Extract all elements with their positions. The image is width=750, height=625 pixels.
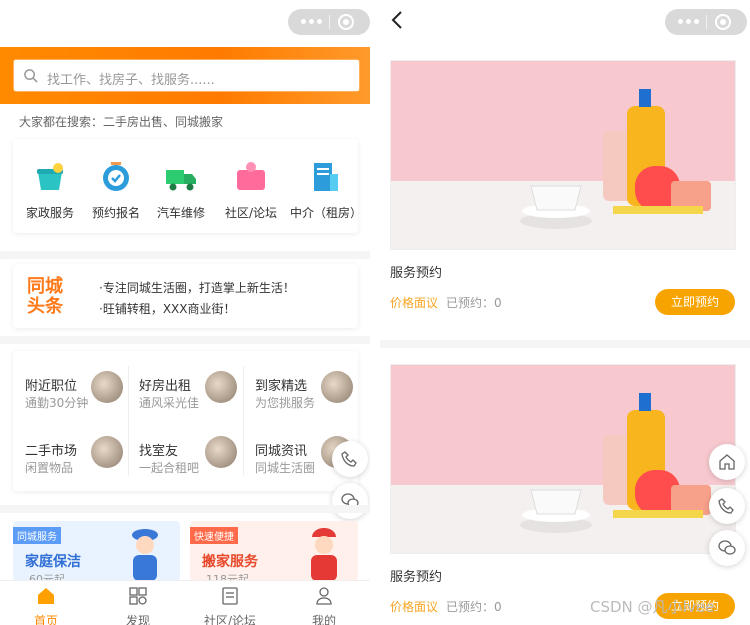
dishes-photo xyxy=(391,393,735,553)
mini-program-capsule[interactable] xyxy=(665,9,747,35)
csdn-watermark: CSDN @凡小Ivee xyxy=(590,598,715,616)
home-icon xyxy=(38,588,54,604)
feature-find-roommate[interactable]: 找室友 一起合租吧 xyxy=(139,436,249,496)
bottom-tab-bar: 首页 发现 社区/论坛 我的 xyxy=(0,580,370,625)
feature-thumbnail xyxy=(91,371,123,403)
chat-bag-icon xyxy=(237,162,265,190)
home-screen: 找工作、找房子、找服务...... 大家都在搜索：二手房出售、同城搬家 家政服务… xyxy=(0,0,370,625)
category-item-housekeeping[interactable]: 家政服务 xyxy=(17,160,83,221)
news-headline[interactable]: ·专注同城生活圈，打造掌上新生活！ xyxy=(99,279,295,296)
service-price: 价格面议 xyxy=(390,296,439,310)
tab-home[interactable]: 首页 xyxy=(0,581,92,625)
wechat-button[interactable] xyxy=(332,483,368,519)
back-arrow-icon[interactable] xyxy=(390,10,404,30)
phone-icon xyxy=(718,498,734,514)
phone-button[interactable] xyxy=(709,488,745,524)
phone-button[interactable] xyxy=(332,441,368,477)
mover-figure-icon xyxy=(311,528,337,581)
close-target-icon[interactable] xyxy=(715,14,731,30)
more-icon[interactable] xyxy=(678,19,702,25)
feature-thumbnail xyxy=(205,436,237,468)
booked-count: 已预约：0 xyxy=(446,296,502,310)
tab-forum[interactable]: 社区/论坛 xyxy=(184,581,276,625)
feature-thumbnail xyxy=(91,436,123,468)
tab-profile[interactable]: 我的 xyxy=(278,581,370,625)
dishes-photo xyxy=(391,89,735,249)
search-icon xyxy=(24,69,38,83)
close-target-icon[interactable] xyxy=(338,14,354,30)
cleaner-figure-icon xyxy=(132,529,158,581)
category-item-car-repair[interactable]: 汽车维修 xyxy=(148,160,214,221)
wechat-button[interactable] xyxy=(709,530,745,566)
service-image[interactable] xyxy=(390,364,736,554)
alarm-clock-icon xyxy=(103,162,129,191)
service-list-screen: 服务预约 价格面议 已预约：0 立即预约 服务预约 价格面议 已预约：0 立即预… xyxy=(380,0,750,625)
category-item-forum[interactable]: 社区/论坛 xyxy=(218,160,284,221)
truck-icon xyxy=(166,170,196,191)
phone-icon xyxy=(341,451,357,467)
search-placeholder: 找工作、找房子、找服务...... xyxy=(47,73,215,88)
feature-home-services[interactable]: 到家精选 为您挑服务 xyxy=(255,371,365,431)
service-image[interactable] xyxy=(390,60,736,250)
home-icon xyxy=(719,454,735,470)
hot-search-text: 大家都在搜索：二手房出售、同城搬家 xyxy=(19,115,224,129)
basket-icon xyxy=(37,163,63,190)
service-title: 服务预约 xyxy=(390,570,443,585)
mini-program-capsule[interactable] xyxy=(288,9,370,35)
feature-thumbnail xyxy=(205,371,237,403)
tab-discover[interactable]: 发现 xyxy=(92,581,184,625)
promo-cleaning[interactable]: 同城服务 家庭保洁 60元起 xyxy=(13,521,180,581)
book-now-button[interactable]: 立即预约 xyxy=(655,289,735,315)
feature-thumbnail xyxy=(321,371,353,403)
service-title: 服务预约 xyxy=(390,266,443,281)
category-item-agency[interactable]: 中介（租房） xyxy=(290,160,362,221)
user-icon xyxy=(316,587,332,605)
booked-count: 已预约：0 xyxy=(446,600,502,614)
category-item-booking[interactable]: 预约报名 xyxy=(83,160,149,221)
feature-secondhand[interactable]: 二手市场 闲置物品 xyxy=(25,436,135,496)
wechat-icon xyxy=(718,540,736,555)
news-logo: 同城 头条 xyxy=(27,276,63,317)
search-input[interactable]: 找工作、找房子、找服务...... xyxy=(13,59,360,92)
document-icon xyxy=(222,587,238,605)
grid-icon xyxy=(129,587,147,605)
feature-nearby-jobs[interactable]: 附近职位 通勤30分钟 xyxy=(25,371,135,431)
home-button[interactable] xyxy=(709,444,745,480)
service-price: 价格面议 xyxy=(390,600,439,614)
feature-house-rent[interactable]: 好房出租 通风采光佳 xyxy=(139,371,249,431)
news-headline[interactable]: ·旺铺转租，XXX商业街！ xyxy=(99,300,235,317)
promo-moving[interactable]: 快速便捷 搬家服务 118元起 xyxy=(190,521,358,581)
building-icon xyxy=(314,163,338,191)
more-icon[interactable] xyxy=(301,19,325,25)
